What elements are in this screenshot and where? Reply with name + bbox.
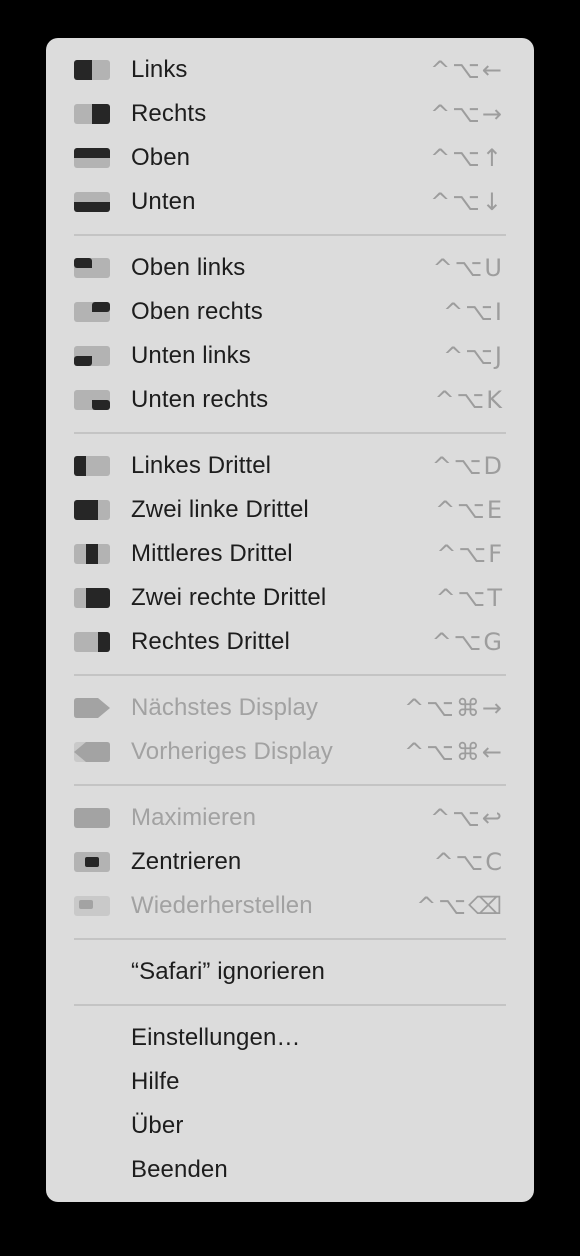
menu-item-label: Links	[131, 56, 188, 83]
menu-item-wiederherstellen: Wiederherstellen ^⌥⌫	[46, 884, 534, 928]
keyboard-shortcut: ^⌥U	[432, 254, 504, 282]
right-two-thirds-icon	[74, 588, 110, 608]
menu-item-zwei-linke-drittel[interactable]: Zwei linke Drittel ^⌥E	[46, 488, 534, 532]
bottom-left-quarter-icon	[74, 346, 110, 366]
menu-item-mittleres-drittel[interactable]: Mittleres Drittel ^⌥F	[46, 532, 534, 576]
bottom-right-quarter-icon	[74, 390, 110, 410]
menu-item-vorheriges-display: Vorheriges Display ^⌥⌘←	[46, 730, 534, 774]
menu-item-label: Linkes Drittel	[131, 452, 272, 479]
menu-item-label: Zwei linke Drittel	[131, 496, 309, 523]
keyboard-shortcut: ^⌥C	[433, 848, 504, 876]
menu-separator	[74, 938, 506, 940]
menu-item-hilfe[interactable]: Hilfe	[46, 1060, 534, 1104]
maximize-icon	[74, 808, 110, 828]
menu-separator	[74, 784, 506, 786]
keyboard-shortcut: ^⌥→	[430, 100, 504, 128]
menu-separator	[74, 1004, 506, 1006]
menu-item-linkes-drittel[interactable]: Linkes Drittel ^⌥D	[46, 444, 534, 488]
restore-icon	[74, 896, 110, 916]
menu-item-nächstes-display: Nächstes Display ^⌥⌘→	[46, 686, 534, 730]
menu-item-rechts[interactable]: Rechts ^⌥→	[46, 92, 534, 136]
left-two-thirds-icon	[74, 500, 110, 520]
menu-item-safari-ignorieren[interactable]: “Safari” ignorieren	[46, 950, 534, 994]
menu-item-unten-rechts[interactable]: Unten rechts ^⌥K	[46, 378, 534, 422]
menu-item-zentrieren[interactable]: Zentrieren ^⌥C	[46, 840, 534, 884]
menu-item-label: “Safari” ignorieren	[131, 958, 325, 985]
menu-item-links[interactable]: Links ^⌥←	[46, 48, 534, 92]
half-bottom-icon	[74, 192, 110, 212]
keyboard-shortcut: ^⌥K	[434, 386, 504, 414]
window-layout-menu: Links ^⌥← Rechts ^⌥→ Oben ^⌥↑ Unten ^⌥↓ Oben lin…	[46, 38, 534, 1202]
keyboard-shortcut: ^⌥J	[443, 342, 504, 370]
menu-item-label: Wiederherstellen	[131, 892, 313, 919]
top-left-quarter-icon	[74, 258, 110, 278]
menu-item-label: Rechts	[131, 100, 207, 127]
menu-item-unten[interactable]: Unten ^⌥↓	[46, 180, 534, 224]
keyboard-shortcut: ^⌥⌫	[416, 892, 504, 920]
menu-item-label: Oben	[131, 144, 191, 171]
menu-item-label: Beenden	[131, 1156, 228, 1183]
half-left-icon	[74, 60, 110, 80]
menu-item-label: Nächstes Display	[131, 694, 319, 721]
keyboard-shortcut: ^⌥←	[430, 56, 504, 84]
menu-item-label: Rechtes Drittel	[131, 628, 290, 655]
menu-item-zwei-rechte-drittel[interactable]: Zwei rechte Drittel ^⌥T	[46, 576, 534, 620]
keyboard-shortcut: ^⌥I	[443, 298, 504, 326]
menu-item-label: Oben rechts	[131, 298, 263, 325]
center-third-icon	[74, 544, 110, 564]
keyboard-shortcut: ^⌥↑	[430, 144, 504, 172]
menu-item-rechtes-drittel[interactable]: Rechtes Drittel ^⌥G	[46, 620, 534, 664]
menu-item-label: Mittleres Drittel	[131, 540, 293, 567]
menu-item-label: Vorheriges Display	[131, 738, 333, 765]
menu-item-label: Über	[131, 1112, 184, 1139]
keyboard-shortcut: ^⌥⌘→	[404, 694, 504, 722]
half-top-icon	[74, 148, 110, 168]
top-right-quarter-icon	[74, 302, 110, 322]
menu-item-label: Unten links	[131, 342, 251, 369]
menu-item-unten-links[interactable]: Unten links ^⌥J	[46, 334, 534, 378]
menu-item-label: Zwei rechte Drittel	[131, 584, 327, 611]
menu-item-einstellungen[interactable]: Einstellungen…	[46, 1016, 534, 1060]
menu-item-maximieren: Maximieren ^⌥↩	[46, 796, 534, 840]
keyboard-shortcut: ^⌥⌘←	[404, 738, 504, 766]
keyboard-shortcut: ^⌥↩	[430, 804, 504, 832]
menu-item-label: Hilfe	[131, 1068, 180, 1095]
menu-separator	[74, 432, 506, 434]
menu-separator	[74, 674, 506, 676]
menu-item-oben-links[interactable]: Oben links ^⌥U	[46, 246, 534, 290]
left-third-icon	[74, 456, 110, 476]
menu-item-label: Zentrieren	[131, 848, 242, 875]
half-right-icon	[74, 104, 110, 124]
menu-item-beenden[interactable]: Beenden	[46, 1148, 534, 1192]
keyboard-shortcut: ^⌥D	[431, 452, 504, 480]
previous-display-icon	[74, 742, 110, 762]
keyboard-shortcut: ^⌥T	[435, 584, 504, 612]
menu-item-label: Maximieren	[131, 804, 257, 831]
keyboard-shortcut: ^⌥F	[436, 540, 504, 568]
keyboard-shortcut: ^⌥G	[431, 628, 504, 656]
keyboard-shortcut: ^⌥E	[435, 496, 504, 524]
menu-item-label: Oben links	[131, 254, 246, 281]
right-third-icon	[74, 632, 110, 652]
menu-item-oben[interactable]: Oben ^⌥↑	[46, 136, 534, 180]
keyboard-shortcut: ^⌥↓	[430, 188, 504, 216]
menu-item-oben-rechts[interactable]: Oben rechts ^⌥I	[46, 290, 534, 334]
menu-separator	[74, 234, 506, 236]
next-display-icon	[74, 698, 110, 718]
menu-item-label: Einstellungen…	[131, 1024, 301, 1051]
center-icon	[74, 852, 110, 872]
menu-item-über[interactable]: Über	[46, 1104, 534, 1148]
menu-item-label: Unten rechts	[131, 386, 269, 413]
menu-item-label: Unten	[131, 188, 196, 215]
